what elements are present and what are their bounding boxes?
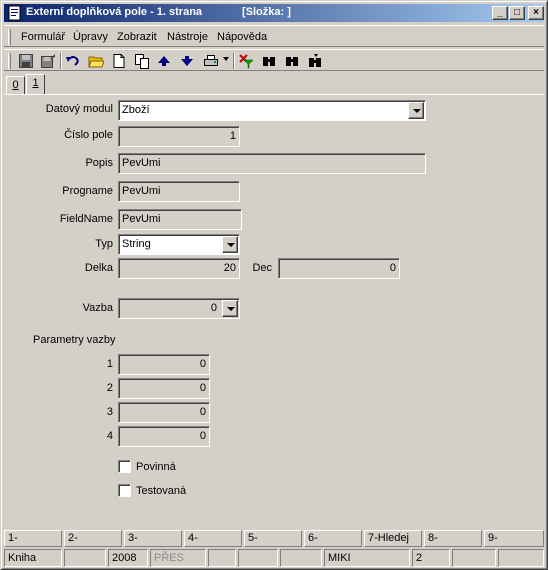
toolbar-grip[interactable] (8, 53, 11, 69)
window-folder-label: [Složka: ] (242, 6, 291, 18)
label-parametr-1: 1 (106, 358, 113, 370)
status-user: MIKI (324, 549, 410, 567)
datovy-modul-select[interactable]: Zboží (118, 100, 426, 121)
vazba-value: 0 (210, 302, 217, 314)
binoculars-next-icon[interactable] (284, 53, 300, 69)
fkey-3[interactable]: 3- (124, 530, 182, 547)
status-cell-6 (238, 549, 278, 567)
status-kniha: Kniha (4, 549, 62, 567)
copy-icon[interactable] (134, 53, 150, 69)
fkey-5[interactable]: 5- (244, 530, 302, 547)
status-cell-2 (64, 549, 106, 567)
filter-icon[interactable] (238, 53, 254, 69)
tab-1[interactable]: 1 (26, 74, 45, 95)
status-year: 2008 (108, 549, 148, 567)
status-cell-5 (208, 549, 236, 567)
label-delka: Delka (84, 262, 113, 274)
function-key-bar: 1- 2- 3- 4- 5- 6- 7-Hledej 8- 9- (4, 530, 544, 547)
menu-napoveda[interactable]: Nápověda (217, 31, 267, 43)
fieldname-field[interactable]: PevUmi (118, 209, 242, 230)
window-app-icon (8, 5, 21, 21)
parametr-2-field[interactable]: 0 (118, 378, 210, 399)
tab-0[interactable]: 0 (6, 76, 25, 95)
fkey-8[interactable]: 8- (424, 530, 482, 547)
arrow-down-icon[interactable] (179, 53, 195, 69)
menu-bar: Formulář Úpravy Zobrazit Nástroje Nápově… (4, 25, 544, 47)
menu-nastroje[interactable]: Nástroje (167, 31, 208, 43)
datovy-modul-dropdown-button[interactable] (408, 102, 424, 119)
status-cell-11 (498, 549, 544, 567)
delka-field[interactable]: 20 (118, 258, 240, 279)
window-title: Externí doplňková pole - 1. strana (26, 6, 203, 18)
fkey-6[interactable]: 6- (304, 530, 362, 547)
label-parametry-vazby: Parametry vazby (33, 334, 116, 346)
menu-zobrazit[interactable]: Zobrazit (117, 31, 157, 43)
label-popis: Popis (85, 157, 113, 169)
label-parametr-4: 4 (106, 430, 113, 442)
status-bar: Kniha 2008 PŘES MIKI 2 (4, 549, 544, 567)
parametr-4-field[interactable]: 0 (118, 426, 210, 447)
toolbar (4, 49, 544, 71)
label-fieldname: FieldName (59, 213, 113, 225)
fkey-1[interactable]: 1- (4, 530, 62, 547)
cislo-pole-field[interactable]: 1 (118, 126, 240, 147)
progname-field[interactable]: PevUmi (118, 181, 240, 202)
fkey-4[interactable]: 4- (184, 530, 242, 547)
binoculars-icon[interactable] (261, 53, 277, 69)
label-datovy-modul: Datový modul (45, 103, 113, 115)
typ-value: String (122, 238, 151, 250)
datovy-modul-value: Zboží (122, 104, 150, 116)
chevron-down-icon[interactable] (223, 57, 229, 61)
fkey-9[interactable]: 9- (484, 530, 544, 547)
vazba-select[interactable]: 0 (118, 298, 240, 319)
fkey-2[interactable]: 2- (64, 530, 122, 547)
label-povinna: Povinná (136, 461, 176, 473)
label-progname: Progname (62, 185, 113, 197)
typ-select[interactable]: String (118, 234, 240, 255)
label-typ: Typ (95, 238, 113, 250)
label-vazba: Vazba (82, 302, 113, 314)
save-icon[interactable] (18, 53, 34, 69)
vazba-dropdown-button[interactable] (222, 300, 238, 317)
label-dec: Dec (252, 262, 272, 274)
title-bar[interactable]: Externí doplňková pole - 1. strana [Slož… (4, 4, 544, 22)
save-as-icon[interactable] (40, 53, 56, 69)
new-document-icon[interactable] (111, 53, 127, 69)
status-overwrite-mode: PŘES (150, 549, 206, 567)
parametr-1-field[interactable]: 0 (118, 354, 210, 375)
menubar-grip[interactable] (8, 29, 11, 45)
povinna-checkbox[interactable] (118, 460, 131, 473)
dec-field[interactable]: 0 (278, 258, 400, 279)
undo-icon[interactable] (65, 53, 81, 69)
status-cell-10 (452, 549, 496, 567)
label-parametr-3: 3 (106, 406, 113, 418)
parametr-3-field[interactable]: 0 (118, 402, 210, 423)
status-cell-7 (280, 549, 322, 567)
close-button[interactable]: × (528, 6, 544, 20)
label-cislo-pole: Číslo pole (64, 129, 113, 141)
arrow-up-icon[interactable] (156, 53, 172, 69)
binoculars-prev-icon[interactable] (307, 53, 323, 69)
label-parametr-2: 2 (106, 382, 113, 394)
testovana-checkbox[interactable] (118, 484, 131, 497)
maximize-button[interactable]: □ (509, 6, 525, 20)
print-icon[interactable] (203, 53, 219, 69)
menu-formular[interactable]: Formulář (21, 31, 65, 43)
popis-field[interactable]: PevUmi (118, 153, 426, 174)
typ-dropdown-button[interactable] (222, 236, 238, 253)
status-page: 2 (412, 549, 450, 567)
label-testovana: Testovaná (136, 485, 187, 497)
menu-upravy[interactable]: Úpravy (73, 31, 108, 43)
minimize-button[interactable]: _ (492, 6, 508, 20)
open-folder-icon[interactable] (88, 53, 104, 69)
main-window: Externí doplňková pole - 1. strana [Slož… (0, 0, 548, 570)
fkey-7-hledej[interactable]: 7-Hledej (364, 530, 422, 547)
toolbar-separator (233, 53, 235, 69)
toolbar-separator (60, 53, 62, 69)
